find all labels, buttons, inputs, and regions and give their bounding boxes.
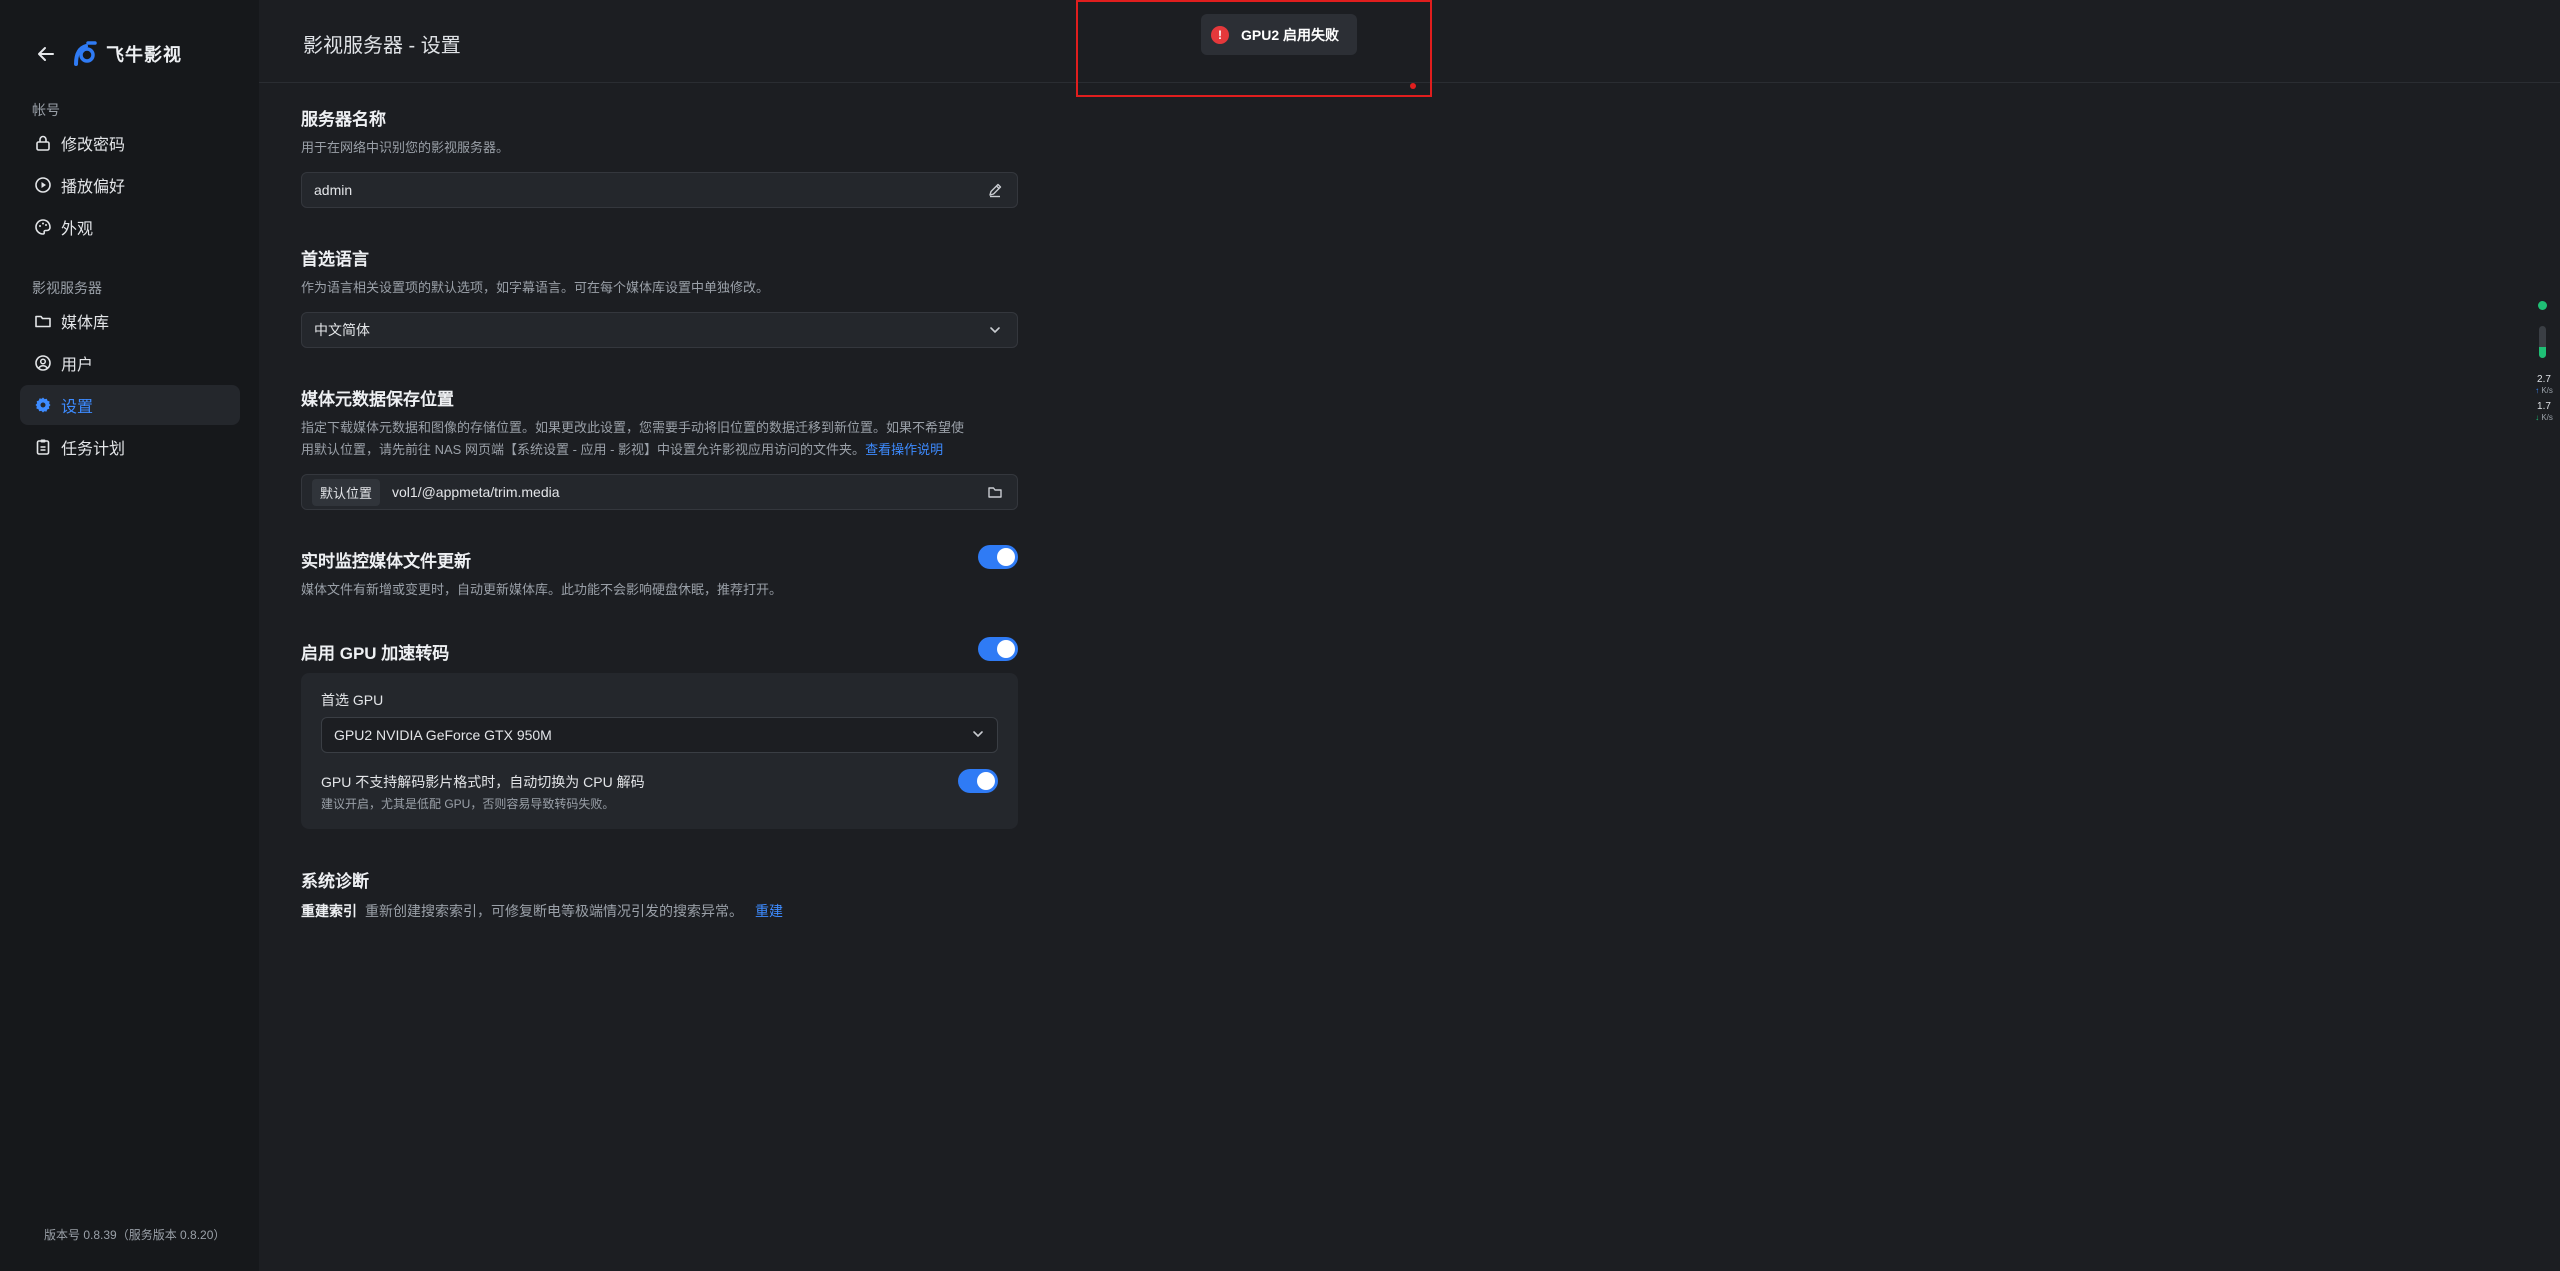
sidebar-item-scheduled-tasks[interactable]: 任务计划 — [20, 427, 240, 467]
section-desc-server-name: 用于在网络中识别您的影视服务器。 — [301, 140, 510, 155]
error-icon: ! — [1211, 25, 1229, 44]
group-title-account: 帐号 — [32, 102, 60, 118]
download-rate: 1.7 — [2537, 401, 2551, 412]
download-unit: K/s — [2541, 413, 2553, 422]
sidebar-item-label: 设置 — [61, 399, 94, 416]
sidebar-item-appearance[interactable]: 外观 — [20, 207, 240, 247]
upload-unit: K/s — [2541, 386, 2553, 395]
gpu-transcode-toggle[interactable] — [978, 637, 1018, 661]
section-title-realtime-monitor: 实时监控媒体文件更新 — [301, 552, 471, 571]
preferred-gpu-label: 首选 GPU — [321, 692, 384, 708]
palette-icon — [33, 217, 53, 237]
toast-message: GPU2 启用失败 — [1241, 26, 1340, 43]
upload-rate: 2.7 — [2537, 374, 2551, 385]
rebuild-index-label: 重建索引 — [301, 903, 357, 919]
rebuild-index-link[interactable]: 重建 — [755, 901, 783, 921]
metadata-desc-line-2: 用默认位置，请先前往 NAS 网页端【系统设置 - 应用 - 影视】中设置允许影… — [301, 442, 866, 457]
error-toast: ! GPU2 启用失败 — [1201, 14, 1357, 55]
sidebar-item-label: 媒体库 — [61, 315, 110, 332]
app-logo-icon — [70, 40, 98, 68]
sidebar: 飞牛影视 帐号 修改密码 播放偏好 外观 影视服务器 媒体库 用户 设置 任务计… — [0, 0, 259, 1271]
upload-arrow-icon: ↑ — [2535, 386, 2540, 395]
metadata-desc-line-1: 指定下载媒体元数据和图像的存储位置。如果更改此设置，您需要手动将旧位置的数据迁移… — [301, 420, 965, 435]
highlight-marker-dot — [1410, 83, 1416, 89]
download-unit-row: ↓ K/s — [2528, 413, 2560, 422]
folder-icon — [33, 311, 53, 331]
rebuild-index-row: 重建索引 重新创建搜索索引，可修复断电等极端情况引发的搜索异常。 重建 — [301, 901, 783, 921]
chevron-down-icon — [971, 727, 985, 744]
page-title: 影视服务器 - 设置 — [303, 35, 461, 57]
version-info: 版本号 0.8.39（服务版本 0.8.20） — [44, 1228, 226, 1242]
section-title-server-name: 服务器名称 — [301, 110, 386, 129]
cpu-fallback-desc: 建议开启，尤其是低配 GPU，否则容易导致转码失败。 — [321, 797, 615, 811]
group-title-media-server: 影视服务器 — [32, 280, 102, 296]
language-value: 中文简体 — [314, 322, 370, 338]
preferred-gpu-select[interactable]: GPU2 NVIDIA GeForce GTX 950M — [321, 717, 998, 753]
sidebar-item-label: 用户 — [61, 357, 94, 374]
metadata-path-input[interactable]: 默认位置 vol1/@appmeta/trim.media — [301, 474, 1018, 510]
back-arrow-icon[interactable] — [34, 42, 58, 66]
sidebar-item-label: 外观 — [61, 221, 94, 238]
section-title-diagnostics: 系统诊断 — [301, 872, 369, 891]
upload-unit-row: ↑ K/s — [2528, 386, 2560, 395]
section-title-gpu: 启用 GPU 加速转码 — [301, 644, 450, 663]
help-link[interactable]: 查看操作说明 — [865, 442, 943, 457]
metadata-path-value: vol1/@appmeta/trim.media — [392, 484, 560, 500]
sidebar-item-settings[interactable]: 设置 — [20, 385, 240, 425]
sidebar-item-label: 修改密码 — [61, 137, 126, 154]
metadata-desc-line-2-wrap: 用默认位置，请先前往 NAS 网页端【系统设置 - 应用 - 影视】中设置允许影… — [301, 439, 1018, 461]
gear-icon — [33, 395, 53, 415]
default-location-tag: 默认位置 — [312, 478, 381, 506]
clipboard-icon — [33, 437, 53, 457]
sidebar-item-change-password[interactable]: 修改密码 — [20, 123, 240, 163]
realtime-monitor-toggle[interactable] — [978, 545, 1018, 569]
status-dot — [2538, 301, 2547, 310]
app-window: 飞牛影视 帐号 修改密码 播放偏好 外观 影视服务器 媒体库 用户 设置 任务计… — [0, 0, 2560, 1271]
folder-picker-icon[interactable] — [985, 482, 1005, 502]
user-circle-icon — [33, 353, 53, 373]
play-circle-icon — [33, 175, 53, 195]
level-bar — [2539, 326, 2546, 358]
section-title-metadata-path: 媒体元数据保存位置 — [301, 390, 454, 409]
rebuild-index-desc: 重新创建搜索索引，可修复断电等极端情况引发的搜索异常。 — [365, 903, 743, 919]
download-arrow-icon: ↓ — [2535, 413, 2540, 422]
server-name-input[interactable]: admin — [301, 172, 1018, 208]
sidebar-item-label: 任务计划 — [61, 441, 126, 458]
sidebar-item-users[interactable]: 用户 — [20, 343, 240, 383]
language-select[interactable]: 中文简体 — [301, 312, 1018, 348]
gpu-settings-panel: 首选 GPU GPU2 NVIDIA GeForce GTX 950M GPU … — [301, 673, 1018, 829]
sidebar-item-media-library[interactable]: 媒体库 — [20, 301, 240, 341]
level-bar-fill — [2539, 346, 2546, 358]
section-title-language: 首选语言 — [301, 250, 369, 269]
lock-icon — [33, 133, 53, 153]
chevron-down-icon — [985, 320, 1005, 340]
cpu-fallback-label: GPU 不支持解码影片格式时，自动切换为 CPU 解码 — [321, 774, 645, 790]
edit-pencil-icon[interactable] — [985, 180, 1005, 200]
app-name: 飞牛影视 — [106, 45, 182, 65]
section-desc-metadata-path: 指定下载媒体元数据和图像的存储位置。如果更改此设置，您需要手动将旧位置的数据迁移… — [301, 417, 1018, 461]
preferred-gpu-value: GPU2 NVIDIA GeForce GTX 950M — [334, 727, 552, 743]
sidebar-item-playback-preferences[interactable]: 播放偏好 — [20, 165, 240, 205]
section-desc-language: 作为语言相关设置项的默认选项，如字幕语言。可在每个媒体库设置中单独修改。 — [301, 280, 770, 295]
brand: 飞牛影视 — [34, 38, 182, 70]
cpu-fallback-toggle[interactable] — [958, 769, 998, 793]
server-name-value: admin — [314, 182, 353, 198]
section-desc-realtime-monitor: 媒体文件有新增或变更时，自动更新媒体库。此功能不会影响硬盘休眠，推荐打开。 — [301, 582, 783, 597]
sidebar-item-label: 播放偏好 — [61, 179, 126, 196]
network-speed-widget[interactable]: 2.7 ↑ K/s 1.7 ↓ K/s — [2528, 296, 2560, 430]
